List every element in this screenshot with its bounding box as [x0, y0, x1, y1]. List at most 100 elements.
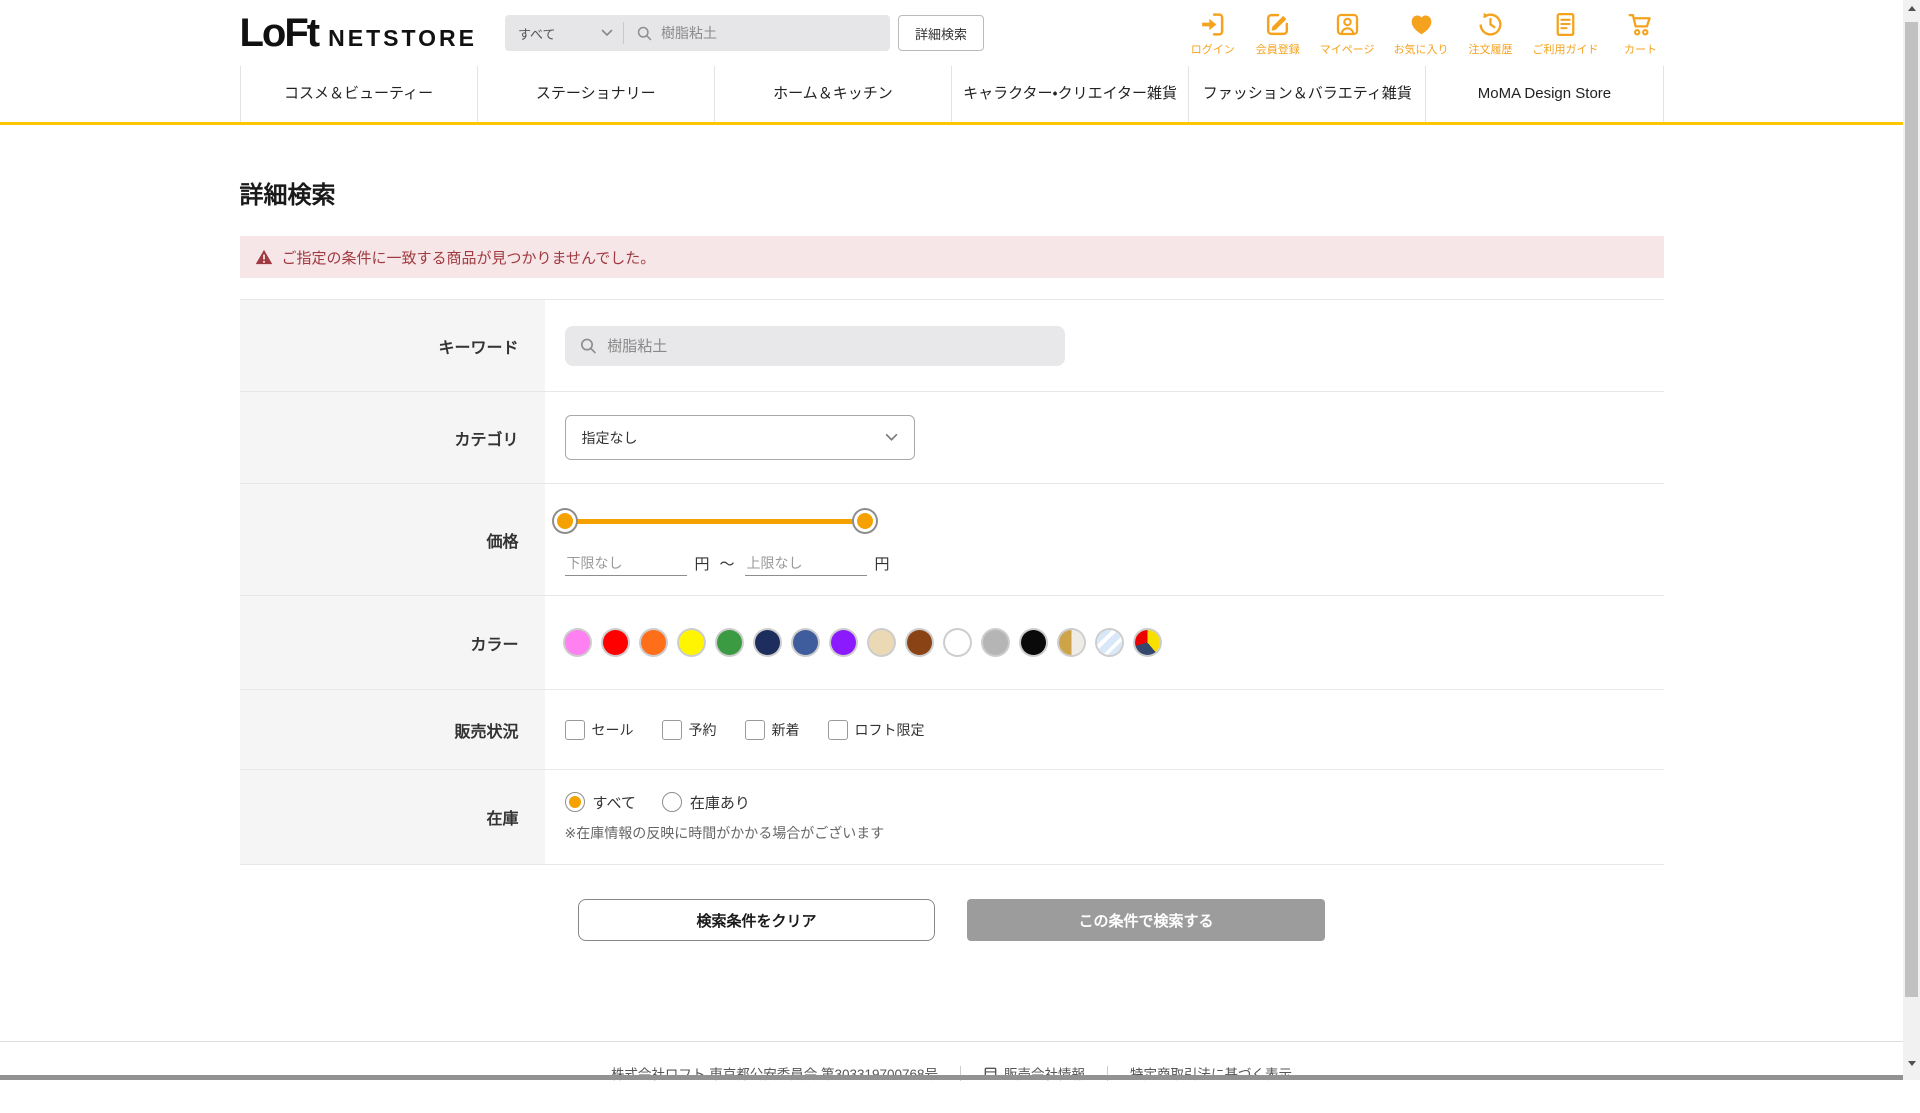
nav-item-fashion[interactable]: ファッション＆バラエティ雑貨: [1188, 66, 1425, 122]
color-swatch-red[interactable]: [602, 630, 628, 655]
favorites-icon: [1407, 9, 1436, 39]
search-scope-select[interactable]: すべて: [505, 15, 623, 51]
color-swatch-white[interactable]: [944, 630, 970, 655]
status-checkbox-sale[interactable]: セール: [564, 719, 634, 740]
checkbox-icon: [564, 719, 585, 740]
vertical-scrollbar[interactable]: [1903, 0, 1920, 1080]
quicklink-label: お気に入り: [1393, 44, 1449, 56]
header-search: すべて 詳細検索: [504, 15, 984, 51]
price-min-input[interactable]: [564, 551, 687, 576]
form-row-category: カテゴリ 指定なし: [239, 391, 1664, 483]
quicklink-label: ログイン: [1190, 44, 1235, 56]
price-separator: ～: [719, 556, 735, 573]
color-swatch-beige[interactable]: [868, 630, 894, 655]
search-scope-value: すべて: [517, 26, 556, 42]
nav-item-moma[interactable]: MoMA Design Store: [1425, 66, 1664, 122]
search-icon: [580, 338, 596, 353]
price-min-unit: 円: [694, 556, 710, 573]
form-row-status: 販売状況 セール 予約 新着 ロフト限定: [239, 689, 1664, 769]
color-swatch-multicolor[interactable]: [1134, 630, 1160, 655]
color-swatch-brown[interactable]: [906, 630, 932, 655]
header-quicklinks: ログイン 会員登録 マイページ お気に入り 注文履歴 ご利用ガイド カート: [1190, 9, 1664, 57]
price-max-unit: 円: [874, 556, 890, 573]
header-search-box: すべて: [504, 15, 890, 51]
quicklink-label: ご利用ガイド: [1532, 44, 1599, 56]
status-checkbox-reservation[interactable]: 予約: [661, 719, 717, 740]
color-swatch-gray[interactable]: [982, 630, 1008, 655]
color-swatch-clear[interactable]: [1096, 630, 1122, 655]
color-swatch-purple[interactable]: [830, 630, 856, 655]
nav-item-home-kitchen[interactable]: ホーム＆キッチン: [713, 66, 951, 122]
page-title: 詳細検索: [239, 182, 336, 209]
keyword-input[interactable]: [607, 337, 1051, 354]
loft-logo[interactable]: LoFt NETSTORE: [240, 13, 477, 53]
form-row-color: カラー: [239, 595, 1664, 689]
color-swatch-orange[interactable]: [640, 630, 666, 655]
quicklink-mypage[interactable]: マイページ: [1320, 9, 1375, 57]
price-max-input[interactable]: [744, 551, 867, 576]
form-row-price: 価格 円 ～ 円: [239, 483, 1664, 595]
stock-radio-all[interactable]: すべて: [564, 792, 636, 813]
page: LoFt NETSTORE すべて 詳細検索: [0, 0, 1903, 1083]
price-label: 価格: [239, 484, 545, 595]
logo-store-text: NETSTORE: [328, 25, 477, 51]
scrollbar-down-arrow[interactable]: [1903, 1055, 1920, 1072]
footer-link-legal[interactable]: 特定商取引法に基づく表示: [1130, 1063, 1292, 1083]
quicklink-label: 注文履歴: [1468, 44, 1513, 56]
color-swatch-pink[interactable]: [564, 630, 590, 655]
quicklink-order-history[interactable]: 注文履歴: [1468, 9, 1514, 57]
keyword-label: キーワード: [239, 300, 545, 391]
bottom-window-edge: [0, 1075, 1903, 1080]
checkbox-label: 新着: [771, 721, 800, 738]
checkbox-icon: [661, 719, 682, 740]
category-select[interactable]: 指定なし: [564, 415, 915, 460]
register-icon: [1263, 9, 1292, 39]
nav-item-character[interactable]: キャラクター・クリエイター雑貨: [951, 66, 1188, 122]
quicklink-register[interactable]: 会員登録: [1255, 9, 1301, 57]
clear-conditions-button[interactable]: 検索条件をクリア: [578, 899, 935, 941]
color-swatch-list: [564, 630, 1160, 655]
order-history-icon: [1476, 9, 1505, 39]
price-slider-handle-min[interactable]: [553, 510, 576, 532]
search-with-conditions-button[interactable]: この条件で検索する: [967, 899, 1325, 941]
category-selected-value: 指定なし: [581, 429, 638, 446]
status-checkbox-loft-limited[interactable]: ロフト限定: [827, 719, 925, 740]
nav-item-cosme[interactable]: コスメ＆ビューティー: [239, 66, 477, 122]
error-banner: ご指定の条件に一致する商品が見つかりませんでした。: [239, 236, 1664, 278]
status-checkbox-new[interactable]: 新着: [744, 719, 800, 740]
price-range-slider: [553, 507, 876, 535]
stock-radio-instock[interactable]: 在庫あり: [661, 792, 750, 813]
stock-note: ※在庫情報の反映に時間がかかる場合がございます: [564, 824, 885, 841]
checkbox-icon: [827, 719, 848, 740]
quicklink-login[interactable]: ログイン: [1190, 9, 1236, 57]
stock-label: 在庫: [239, 770, 545, 864]
quicklink-cart[interactable]: カート: [1618, 9, 1664, 57]
logo-brand-text: LoFt: [239, 11, 321, 55]
quicklink-guide[interactable]: ご利用ガイド: [1533, 9, 1599, 57]
search-icon: [637, 26, 652, 40]
stock-radio: [564, 792, 585, 812]
price-slider-track[interactable]: [564, 518, 865, 524]
price-slider-handle-max[interactable]: [853, 510, 876, 532]
form-row-keyword: キーワード: [239, 299, 1664, 391]
quicklink-favorites[interactable]: お気に入り: [1394, 9, 1449, 57]
footer-link-company-info[interactable]: 販売会社情報: [983, 1063, 1085, 1083]
quicklink-label: カート: [1624, 44, 1657, 56]
warning-icon: [255, 249, 272, 265]
error-message: ご指定の条件に一致する商品が見つかりませんでした。: [281, 249, 656, 267]
color-swatch-black[interactable]: [1020, 630, 1046, 655]
footer-link-label: 販売会社情報: [1004, 1063, 1085, 1083]
advanced-search-button[interactable]: 詳細検索: [897, 15, 984, 51]
header-search-input[interactable]: [660, 25, 878, 41]
scrollbar-up-arrow[interactable]: [1903, 0, 1920, 17]
color-swatch-gold-silver[interactable]: [1058, 630, 1084, 655]
color-swatch-green[interactable]: [716, 630, 742, 655]
login-icon: [1198, 9, 1227, 39]
scrollbar-thumb[interactable]: [1905, 22, 1918, 997]
radio-label: 在庫あり: [689, 794, 750, 812]
color-swatch-blue[interactable]: [792, 630, 818, 655]
checkbox-label: 予約: [688, 721, 717, 738]
color-swatch-yellow[interactable]: [678, 630, 704, 655]
nav-item-stationery[interactable]: ステーショナリー: [476, 66, 714, 122]
color-swatch-navy[interactable]: [754, 630, 780, 655]
